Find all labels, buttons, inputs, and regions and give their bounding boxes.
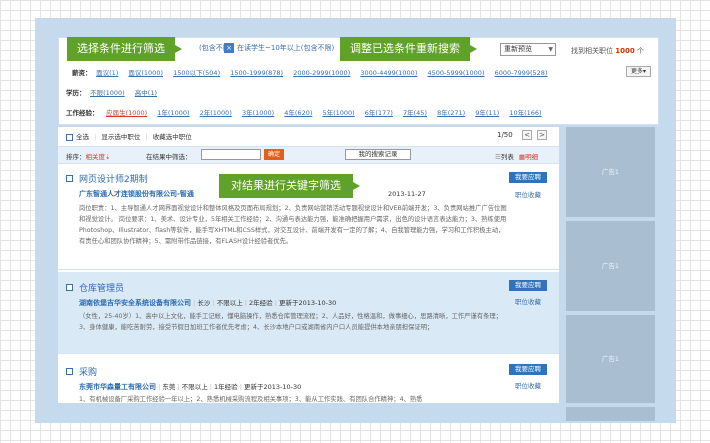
detail-view-label[interactable]: 明细 (525, 153, 538, 161)
job-description: 岗位职责：1、主导智通人才网界面视觉设计和整体风格及页面布局规划；2、负责网站营… (79, 205, 507, 245)
salary-option[interactable]: 4500-5999(1000) (427, 69, 484, 77)
callout-filter-conditions: 选择条件进行筛选 (67, 37, 182, 61)
more-label: 更多 (630, 68, 643, 75)
company-name[interactable]: 东莞市华森量工有限公司 (79, 383, 156, 391)
prev-page-button[interactable]: < (522, 130, 532, 140)
next-page-button[interactable]: > (537, 130, 547, 140)
apply-button[interactable]: 我要应聘 (509, 364, 547, 375)
experience-option[interactable]: 2年(1000) (200, 109, 232, 117)
job-education: 不限以上 (181, 383, 208, 391)
experience-option[interactable]: 3年(1000) (242, 109, 274, 117)
view-toggle: ☰列表 ▦明细 (495, 151, 538, 161)
experience-option[interactable]: 1年(1000) (157, 109, 189, 117)
confirm-button[interactable]: 确定 (264, 149, 284, 160)
page-indicator: 1/50 (497, 131, 513, 139)
sort-control: 排序：相关度⇣ (66, 151, 110, 161)
education-label: 学历： (66, 89, 86, 97)
result-count: 找到相关职位 1000 个 (571, 46, 644, 56)
apply-button[interactable]: 我要应聘 (509, 280, 547, 291)
job-date: 更新于2013-10-30 (279, 299, 337, 307)
salary-option[interactable]: 1500以下(504) (173, 69, 220, 77)
company-name[interactable]: 广东智通人才连锁股份有限公司-智通 (79, 189, 194, 199)
job-description: 1、有机械设备厂采购工作经验一年以上；2、熟悉机械采购流程及相关事项；3、能从工… (79, 396, 423, 403)
fav-selected-link[interactable]: 收藏选中职位 (153, 133, 192, 141)
salary-option[interactable]: 3000-4499(1000) (360, 69, 417, 77)
favorite-job-link[interactable]: 职位收藏 (515, 189, 541, 199)
my-search-records-button[interactable]: 我的搜索记录 (345, 149, 411, 160)
job-city: 长沙 (197, 299, 211, 307)
job-experience: 2年经验 (249, 299, 273, 307)
sort-value: 相关度 (85, 153, 106, 161)
salary-label: 薪资： (72, 69, 92, 77)
more-button[interactable]: 更多▾ (626, 66, 651, 77)
job-experience: 1年经验 (214, 383, 238, 391)
callout-adjust-conditions: 调整已选条件重新搜索 (340, 37, 477, 61)
experience-option[interactable]: 10年(166) (509, 109, 541, 117)
result-number: 1000 (615, 47, 635, 55)
divider: | (94, 133, 97, 141)
salary-option[interactable]: 面议(1000) (128, 69, 163, 77)
job-title[interactable]: 网页设计师2期制 (79, 172, 148, 185)
ad-banner[interactable]: 广告1 (566, 221, 655, 311)
ad-banner[interactable]: 广告1 (566, 127, 655, 217)
job-date: 2013-11-27 (388, 190, 426, 198)
job-checkbox[interactable] (66, 174, 76, 182)
company-name[interactable]: 湖南依堡吉华安全系统设备有限公司 (79, 299, 191, 307)
education-filter-row: 学历： 不限(1000) 高中(1) (66, 87, 165, 97)
result-prefix: 找到相关职位 (571, 47, 613, 55)
salary-option[interactable]: 面议(1) (96, 69, 118, 77)
reselect-label: 重新预览 (504, 45, 532, 53)
show-selected-link[interactable]: 显示选中职位 (101, 133, 140, 141)
experience-label: 工作经验： (66, 109, 99, 117)
education-option[interactable]: 高中(1) (135, 89, 157, 97)
salary-filter-row: 薪资： 面议(1) 面议(1000) 1500以下(504) 1500-1999… (66, 67, 555, 77)
salary-option[interactable]: 1500-1999(878) (230, 69, 283, 77)
job-city: 东莞 (162, 383, 176, 391)
chevron-down-icon: ▼ (548, 46, 553, 53)
job-title[interactable]: 采购 (79, 365, 97, 378)
experience-option[interactable]: 7年(45) (403, 109, 427, 117)
experience-option[interactable]: 8年(271) (437, 109, 465, 117)
select-all-label[interactable]: 全选 (76, 133, 89, 141)
result-suffix: 个 (636, 47, 644, 55)
education-option[interactable]: 不限(1000) (90, 89, 125, 97)
salary-option[interactable]: 2000-2999(1000) (293, 69, 350, 77)
ad-banner[interactable] (566, 407, 655, 421)
job-title[interactable]: 仓库管理员 (79, 281, 124, 294)
ad-banner[interactable]: 广告1 (566, 315, 655, 403)
sort-bar (58, 146, 559, 164)
job-description: （女性，25-40岁）1、高中以上文化，能手工记帐，懂电脑操作，熟悉仓库管理流程… (79, 313, 503, 331)
result-filter-label: 在结果中筛选： (146, 153, 192, 161)
select-all-checkbox[interactable] (66, 133, 73, 141)
list-view-label[interactable]: 列表 (501, 153, 514, 161)
experience-option[interactable]: 4年(620) (284, 109, 312, 117)
chip-label: 在读学生~10年以上(包含不限) (237, 44, 335, 52)
selected-chip-2: 在读学生~10年以上(包含不限) (237, 42, 334, 54)
job-checkbox[interactable] (66, 367, 76, 375)
job-checkbox[interactable] (66, 283, 76, 291)
apply-button[interactable]: 我要应聘 (509, 172, 547, 183)
experience-option[interactable]: 5年(1000) (322, 109, 354, 117)
list-toolbar: 全选 | 显示选中职位 | 收藏选中职位 (66, 131, 192, 141)
remove-chip-icon[interactable]: × (224, 43, 234, 53)
salary-option[interactable]: 6000-7999(528) (495, 69, 548, 77)
experience-filter-row: 工作经验： 应届生(1000) 1年(1000) 2年(1000) 3年(100… (66, 107, 550, 117)
sort-relevance-link[interactable]: 相关度⇣ (86, 153, 111, 161)
experience-option[interactable]: 6年(177) (365, 109, 393, 117)
job-meta: 湖南依堡吉华安全系统设备有限公司 | 长沙 | 不限以上 | 2年经验 | 更新… (79, 297, 336, 308)
experience-option[interactable]: 9年(11) (475, 109, 499, 117)
favorite-job-link[interactable]: 职位收藏 (515, 380, 541, 390)
job-date: 更新于2013-10-30 (244, 383, 302, 391)
experience-option-active[interactable]: 应届生(1000) (106, 109, 147, 117)
callout-keyword-filter: 对结果进行关键字筛选 (219, 174, 360, 198)
sort-label: 排序： (66, 153, 86, 161)
divider: | (145, 133, 148, 141)
job-meta: 东莞市华森量工有限公司 | 东莞 | 不限以上 | 1年经验 | 更新于2013… (79, 381, 301, 392)
job-education: 不限以上 (216, 299, 243, 307)
favorite-job-link[interactable]: 职位收藏 (515, 296, 541, 306)
reselect-dropdown[interactable]: 重新预览 ▼ (500, 43, 556, 56)
result-filter-input[interactable] (201, 149, 261, 160)
